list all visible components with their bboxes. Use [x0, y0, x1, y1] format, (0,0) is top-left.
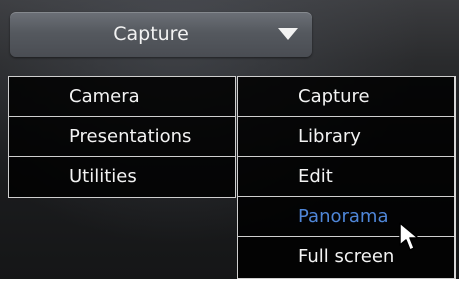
menu-item-presentations[interactable]: Presentations [9, 117, 235, 157]
menu-item-label: Camera [69, 86, 140, 107]
menu-item-label: Capture [298, 86, 370, 107]
mode-dropdown[interactable]: Capture [10, 12, 312, 57]
menu-item-label: Utilities [69, 166, 137, 187]
menu-item-camera[interactable]: Camera [9, 77, 235, 117]
menu-item-label: Presentations [69, 126, 192, 147]
category-menu: Camera Presentations Utilities [8, 76, 236, 198]
mode-dropdown-label: Capture [113, 23, 189, 45]
mouse-pointer-icon [399, 222, 419, 251]
menu-item-utilities[interactable]: Utilities [9, 157, 235, 197]
menu-item-label: Edit [298, 166, 333, 187]
chevron-down-icon[interactable] [278, 28, 298, 40]
window-edge [459, 0, 463, 281]
menu-item-capture[interactable]: Capture [238, 77, 454, 117]
menu-item-label: Library [298, 126, 361, 147]
app-window: Capture Camera Presentations Utilities C… [0, 0, 463, 281]
menu-item-label: Full screen [298, 246, 395, 267]
menu-item-library[interactable]: Library [238, 117, 454, 157]
menu-item-edit[interactable]: Edit [238, 157, 454, 197]
menu-item-label: Panorama [298, 206, 389, 227]
